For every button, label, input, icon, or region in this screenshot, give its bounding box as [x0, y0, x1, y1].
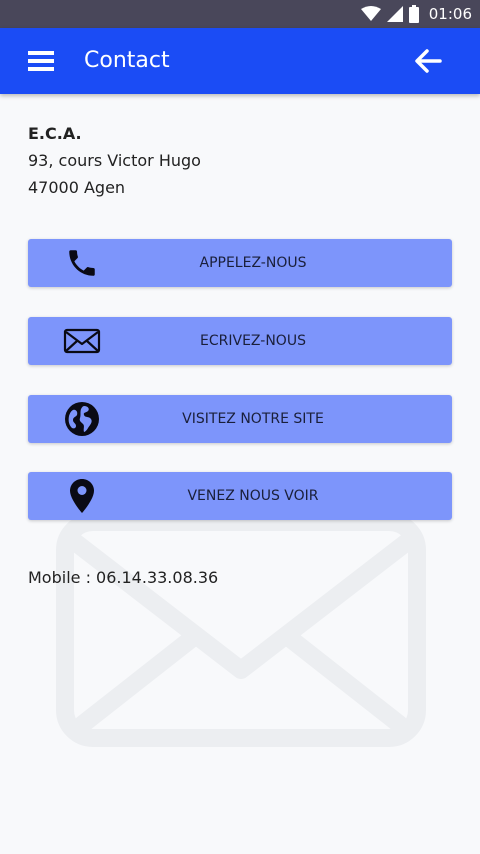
page-title: Contact [84, 48, 170, 73]
arrow-left-icon[interactable] [414, 48, 442, 74]
status-time: 01:06 [428, 5, 472, 23]
battery-icon [408, 5, 419, 23]
come-see-us-button[interactable]: VENEZ NOUS VOIR [28, 472, 452, 520]
globe-icon [62, 401, 102, 437]
write-us-label: ECRIVEZ-NOUS [200, 333, 306, 349]
visit-site-label: VISITEZ NOTRE SITE [182, 411, 324, 427]
address-block: E.C.A. 93, cours Victor Hugo 47000 Agen [28, 120, 201, 201]
status-icons: 01:06 [360, 0, 472, 28]
status-bar: 01:06 [0, 0, 480, 28]
address-street: 93, cours Victor Hugo [28, 151, 201, 170]
map-pin-icon [62, 478, 102, 514]
app-bar: Contact [0, 28, 480, 94]
company-name: E.C.A. [28, 124, 82, 143]
visit-site-button[interactable]: VISITEZ NOTRE SITE [28, 395, 452, 443]
signal-icon [386, 6, 403, 22]
hamburger-menu-icon[interactable] [28, 50, 54, 72]
envelope-watermark-icon [56, 513, 426, 747]
envelope-icon [62, 323, 102, 359]
write-us-button[interactable]: ECRIVEZ-NOUS [28, 317, 452, 365]
wifi-icon [360, 6, 381, 21]
call-us-label: APPELEZ-NOUS [199, 255, 307, 271]
address-city: 47000 Agen [28, 178, 126, 197]
mobile-number: Mobile : 06.14.33.08.36 [28, 568, 219, 587]
come-see-us-label: VENEZ NOUS VOIR [187, 488, 319, 504]
call-us-button[interactable]: APPELEZ-NOUS [28, 239, 452, 287]
phone-icon [62, 245, 102, 281]
